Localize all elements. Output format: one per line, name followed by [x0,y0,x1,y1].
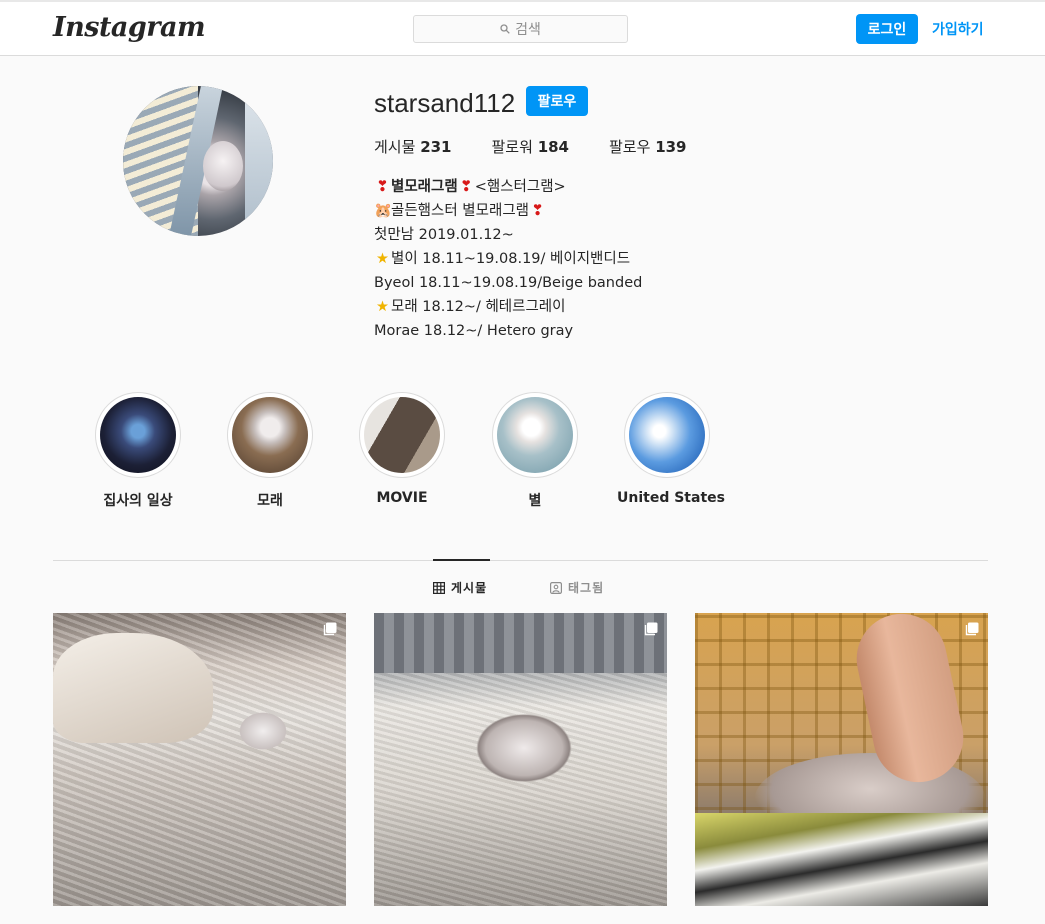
heart-emoji-icon: ❣ [531,203,544,219]
post-thumbnail[interactable] [53,613,346,906]
tab-tagged-label: 태그됨 [568,581,605,595]
tabs-divider [53,560,988,561]
bio-line: Morae 18.12~/ Hetero gray [374,323,574,339]
bio-line: 🐹골든햄스터 별모래그램 ❣ [374,199,642,223]
highlight-movie[interactable]: MOVIE [352,392,452,506]
multi-post-icon [965,622,979,636]
star-emoji-icon: ★ [376,299,389,315]
bio-name-line: ❣ 별모래그램 ❣ <햄스터그램> [374,175,642,199]
login-button[interactable]: 로그인 [856,14,918,44]
tab-posts-label: 게시물 [451,581,488,595]
top-nav-bar: Instagram 검색 로그인 가입하기 [0,2,1045,56]
bio-name: 별모래그램 [391,179,458,195]
active-tab-indicator [433,559,490,561]
post-thumbnail[interactable] [374,613,667,906]
instagram-logo[interactable]: Instagram [53,12,206,43]
bio-name-suffix: <햄스터그램> [474,179,566,195]
highlight-cover [497,397,573,473]
bio-line: ★ 모래 18.12~/ 헤테르그레이 [374,295,642,319]
grid-icon [433,581,445,594]
bio-line: ★ 별이 18.11~19.08.19/ 베이지밴디드 [374,247,642,271]
multi-post-icon [323,622,337,636]
profile-username: starsand112 [374,88,516,118]
profile-avatar[interactable] [123,86,273,236]
search-input[interactable]: 검색 [413,15,628,43]
heart-emoji-icon: ❣ [376,179,389,195]
highlight-label: 집사의 일상 [103,493,173,509]
profile-bio: ❣ 별모래그램 ❣ <햄스터그램> 🐹골든햄스터 별모래그램 ❣ 첫만남 2019.01… [374,175,642,343]
bio-line: 첫만남 2019.01.12~ [374,227,514,243]
highlight-cover [100,397,176,473]
highlight-daily[interactable]: 집사의 일상 [88,392,188,510]
signup-link[interactable]: 가입하기 [932,19,984,39]
highlight-united-states[interactable]: United States [617,392,725,506]
search-placeholder: 검색 [515,22,541,38]
highlight-morae[interactable]: 모래 [220,392,320,510]
tab-tagged[interactable]: 태그됨 [550,579,604,596]
highlight-label: 별 [528,493,542,509]
search-icon [500,24,510,34]
follow-button[interactable]: 팔로우 [526,86,588,116]
highlight-label: 모래 [257,493,283,509]
highlight-label: United States [617,490,725,506]
multi-post-icon [644,622,658,636]
hamster-emoji-icon: 🐹 [374,203,393,219]
highlight-cover [629,397,705,473]
highlight-cover [232,397,308,473]
tab-posts[interactable]: 게시물 [433,579,487,596]
star-emoji-icon: ★ [376,251,389,267]
stat-following[interactable]: 팔로우 139 [609,136,687,157]
highlight-byeol[interactable]: 별 [485,392,585,510]
highlight-label: MOVIE [376,490,428,506]
profile-stats: 게시물 231 팔로워 184 팔로우 139 [374,136,727,157]
post-thumbnail[interactable] [695,613,988,906]
highlight-cover [364,397,440,473]
stat-posts: 게시물 231 [374,138,452,156]
heart-emoji-icon: ❣ [460,179,473,195]
bio-line: Byeol 18.11~19.08.19/Beige banded [374,275,643,291]
tag-person-icon [550,581,562,594]
stat-followers[interactable]: 팔로워 184 [492,136,570,157]
